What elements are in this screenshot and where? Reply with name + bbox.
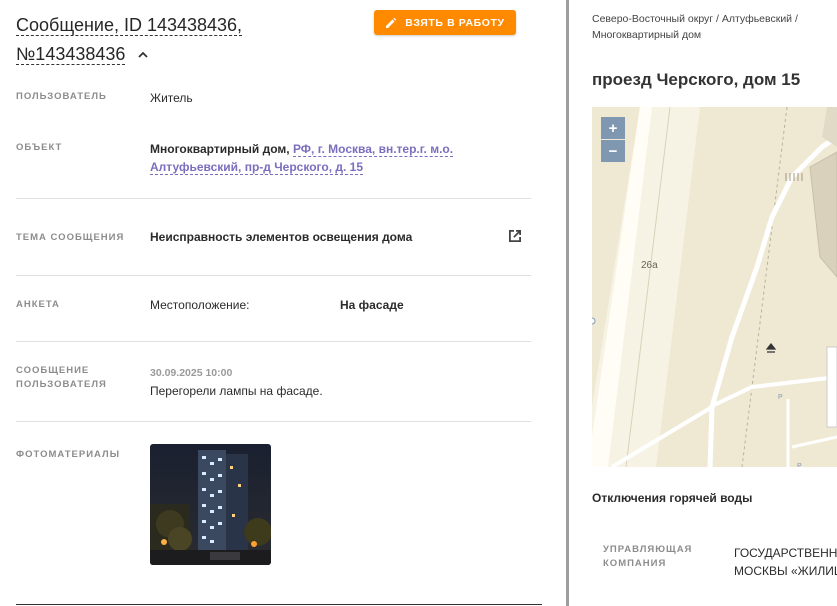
survey-label: АНКЕТА bbox=[16, 299, 60, 310]
user-label: ПОЛЬЗОВАТЕЛЬ bbox=[16, 91, 107, 102]
message-panel: Сообщение, ID 143438436, №143438436 ВЗЯТ… bbox=[0, 0, 565, 606]
breadcrumb: Северо-Восточный округ / Алтуфьевский / … bbox=[592, 11, 837, 43]
address-title: проезд Черского, дом 15 bbox=[592, 70, 801, 89]
object-value: Многоквартирный дом, РФ, г. Москва, вн.т… bbox=[150, 140, 510, 176]
zoom-out-button[interactable]: − bbox=[601, 140, 625, 162]
external-link-icon[interactable] bbox=[506, 227, 524, 245]
management-company-label-1: УПРАВЛЯЮЩАЯ bbox=[603, 544, 693, 555]
breadcrumb-line-1[interactable]: Северо-Восточный округ / Алтуфьевский / bbox=[592, 13, 798, 25]
divider bbox=[16, 275, 531, 276]
hot-water-title: Отключения горячей воды bbox=[592, 491, 753, 505]
object-address-link-2[interactable]: Алтуфьевский, пр-д Черского, д. 15 bbox=[150, 160, 363, 175]
survey-key: Местоположение: bbox=[150, 298, 250, 312]
message-body: 30.09.2025 10:00 Перегорели лампы на фас… bbox=[150, 363, 323, 400]
panel-resizer[interactable] bbox=[566, 0, 569, 606]
divider bbox=[16, 421, 531, 422]
object-type: Многоквартирный дом, bbox=[150, 142, 290, 156]
user-value: Житель bbox=[150, 91, 193, 105]
message-label: СООБЩЕНИЕ ПОЛЬЗОВАТЕЛЯ bbox=[16, 364, 107, 392]
message-text: Перегорели лампы на фасаде. bbox=[150, 384, 323, 398]
management-company-value: ГОСУДАРСТВЕНН МОСКВЫ «ЖИЛИЩ bbox=[734, 544, 837, 580]
management-company-value-2: МОСКВЫ «ЖИЛИЩ bbox=[734, 564, 837, 578]
message-date: 30.09.2025 10:00 bbox=[150, 367, 233, 379]
photo-label: ФОТОМАТЕРИАЛЫ bbox=[16, 449, 121, 460]
map-label-26a: 26а bbox=[641, 260, 658, 271]
photo-thumbnail[interactable] bbox=[150, 444, 271, 565]
chevron-up-icon[interactable] bbox=[136, 48, 150, 62]
topic-value: Неисправность элементов освещения дома bbox=[150, 230, 413, 244]
breadcrumb-line-2[interactable]: Многоквартирный дом bbox=[592, 29, 701, 41]
management-company-label: УПРАВЛЯЮЩАЯ КОМПАНИЯ bbox=[603, 543, 692, 571]
topic-label: ТЕМА СООБЩЕНИЯ bbox=[16, 232, 125, 243]
map-label-parking-1: P bbox=[778, 394, 783, 401]
take-to-work-button[interactable]: ВЗЯТЬ В РАБОТУ bbox=[374, 10, 516, 35]
title-line-2: №143438436 bbox=[16, 44, 126, 65]
message-label-line-1: СООБЩЕНИЕ bbox=[16, 365, 90, 376]
title-line-1: Сообщение, ID 143438436, bbox=[16, 15, 243, 36]
bottom-divider bbox=[16, 604, 542, 605]
map-label-parking-2: P bbox=[797, 463, 802, 467]
management-company-value-1: ГОСУДАРСТВЕНН bbox=[734, 546, 837, 560]
management-company-label-2: КОМПАНИЯ bbox=[603, 558, 667, 569]
map-zoom-controls: + − bbox=[601, 117, 625, 163]
object-address-link-1[interactable]: РФ, г. Москва, вн.тер.г. м.о. bbox=[292, 142, 454, 157]
object-label: ОБЪЕКТ bbox=[16, 142, 63, 153]
pencil-icon bbox=[386, 17, 397, 28]
survey-value: На фасаде bbox=[340, 298, 404, 312]
page-title: Сообщение, ID 143438436, №143438436 bbox=[16, 11, 346, 69]
divider bbox=[16, 341, 531, 342]
zoom-in-button[interactable]: + bbox=[601, 117, 625, 139]
map[interactable]: 26а P P + − bbox=[592, 107, 837, 467]
take-to-work-label: ВЗЯТЬ В РАБОТУ bbox=[405, 16, 505, 29]
divider bbox=[16, 198, 531, 199]
message-label-line-2: ПОЛЬЗОВАТЕЛЯ bbox=[16, 379, 107, 390]
object-info-panel: Северо-Восточный округ / Алтуфьевский / … bbox=[570, 0, 837, 606]
